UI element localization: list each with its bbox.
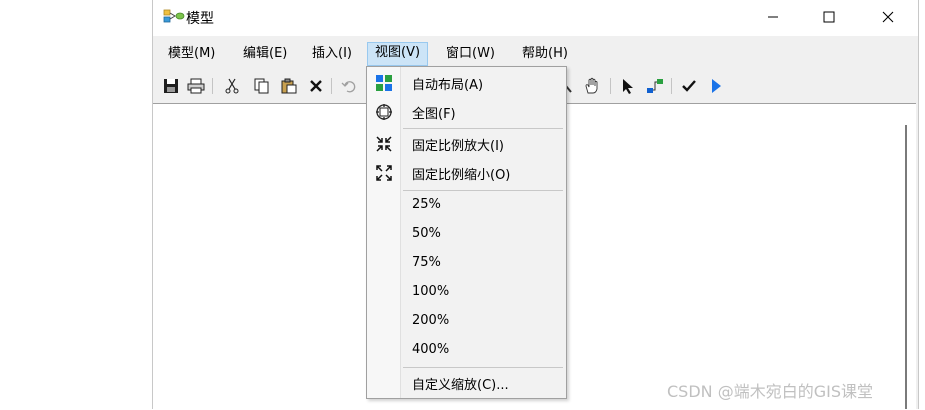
menu-item-zoom-50[interactable]: 50% — [367, 222, 566, 248]
menu-model[interactable]: 模型(M) — [161, 43, 222, 65]
cut-icon — [225, 78, 239, 94]
delete-icon — [310, 80, 322, 92]
menu-item-zoom-400[interactable]: 400% — [367, 338, 566, 364]
menu-item-zoom-100[interactable]: 100% — [367, 280, 566, 306]
vertical-scrollbar[interactable] — [905, 125, 907, 409]
run-play-icon — [712, 79, 721, 93]
menu-item-full-extent[interactable]: 全图(F) — [367, 99, 566, 125]
menu-item-fixed-zoom-out[interactable]: 固定比例缩小(O) — [367, 160, 566, 186]
check-icon — [682, 80, 696, 92]
select-button[interactable] — [618, 76, 638, 96]
menu-item-custom-zoom[interactable]: 自定义缩放(C)... — [367, 370, 566, 396]
save-icon — [164, 79, 178, 93]
minimize-icon — [768, 16, 778, 18]
menu-item-zoom-200[interactable]: 200% — [367, 309, 566, 335]
maximize-icon — [823, 11, 835, 23]
undo-button[interactable] — [339, 76, 359, 96]
menu-item-zoom-25[interactable]: 25% — [367, 193, 566, 219]
menu-view[interactable]: 视图(V) — [367, 42, 429, 66]
view-menu-dropdown: 自动布局(A) 全图(F) 固定比例放大(I) 固定比例缩小(O) 25% 50… — [366, 66, 567, 399]
fixed-zoom-out-icon — [376, 165, 392, 181]
menu-edit[interactable]: 编辑(E) — [236, 43, 294, 65]
menu-item-zoom-75[interactable]: 75% — [367, 251, 566, 277]
pan-hand-icon — [585, 77, 598, 94]
undo-icon — [341, 81, 356, 93]
minimize-button[interactable] — [750, 0, 796, 34]
print-button[interactable] — [186, 76, 206, 96]
delete-button[interactable] — [306, 76, 326, 96]
model-app-icon — [163, 9, 185, 23]
fixed-zoom-in-icon — [376, 136, 392, 152]
watermark: CSDN @端木宛白的GIS课堂 — [667, 382, 873, 401]
menu-bar: 模型(M) 编辑(E) 插入(I) 视图(V) 窗口(W) 帮助(H) — [153, 38, 918, 68]
pan-button[interactable] — [582, 76, 602, 96]
save-button[interactable] — [161, 76, 181, 96]
menu-insert[interactable]: 插入(I) — [305, 43, 359, 65]
connect-icon — [647, 79, 663, 93]
title-bar: 模型 — [153, 0, 918, 36]
auto-layout-icon — [376, 75, 392, 91]
menu-item-fixed-zoom-in[interactable]: 固定比例放大(I) — [367, 131, 566, 157]
run-button[interactable] — [706, 76, 726, 96]
maximize-button[interactable] — [806, 0, 852, 34]
full-extent-icon — [376, 104, 392, 120]
close-button[interactable] — [865, 0, 911, 34]
close-icon — [882, 11, 894, 23]
cut-button[interactable] — [222, 76, 242, 96]
copy-button[interactable] — [251, 76, 271, 96]
select-arrow-icon — [623, 79, 633, 94]
menu-help[interactable]: 帮助(H) — [515, 43, 575, 65]
validate-button[interactable] — [679, 76, 699, 96]
window-title: 模型 — [186, 11, 214, 27]
copy-icon — [254, 78, 269, 94]
menu-window[interactable]: 窗口(W) — [439, 43, 502, 65]
paste-icon — [281, 78, 297, 94]
print-icon — [187, 78, 205, 94]
paste-button[interactable] — [279, 76, 299, 96]
menu-item-auto-layout[interactable]: 自动布局(A) — [367, 70, 566, 96]
connect-button[interactable] — [645, 76, 665, 96]
